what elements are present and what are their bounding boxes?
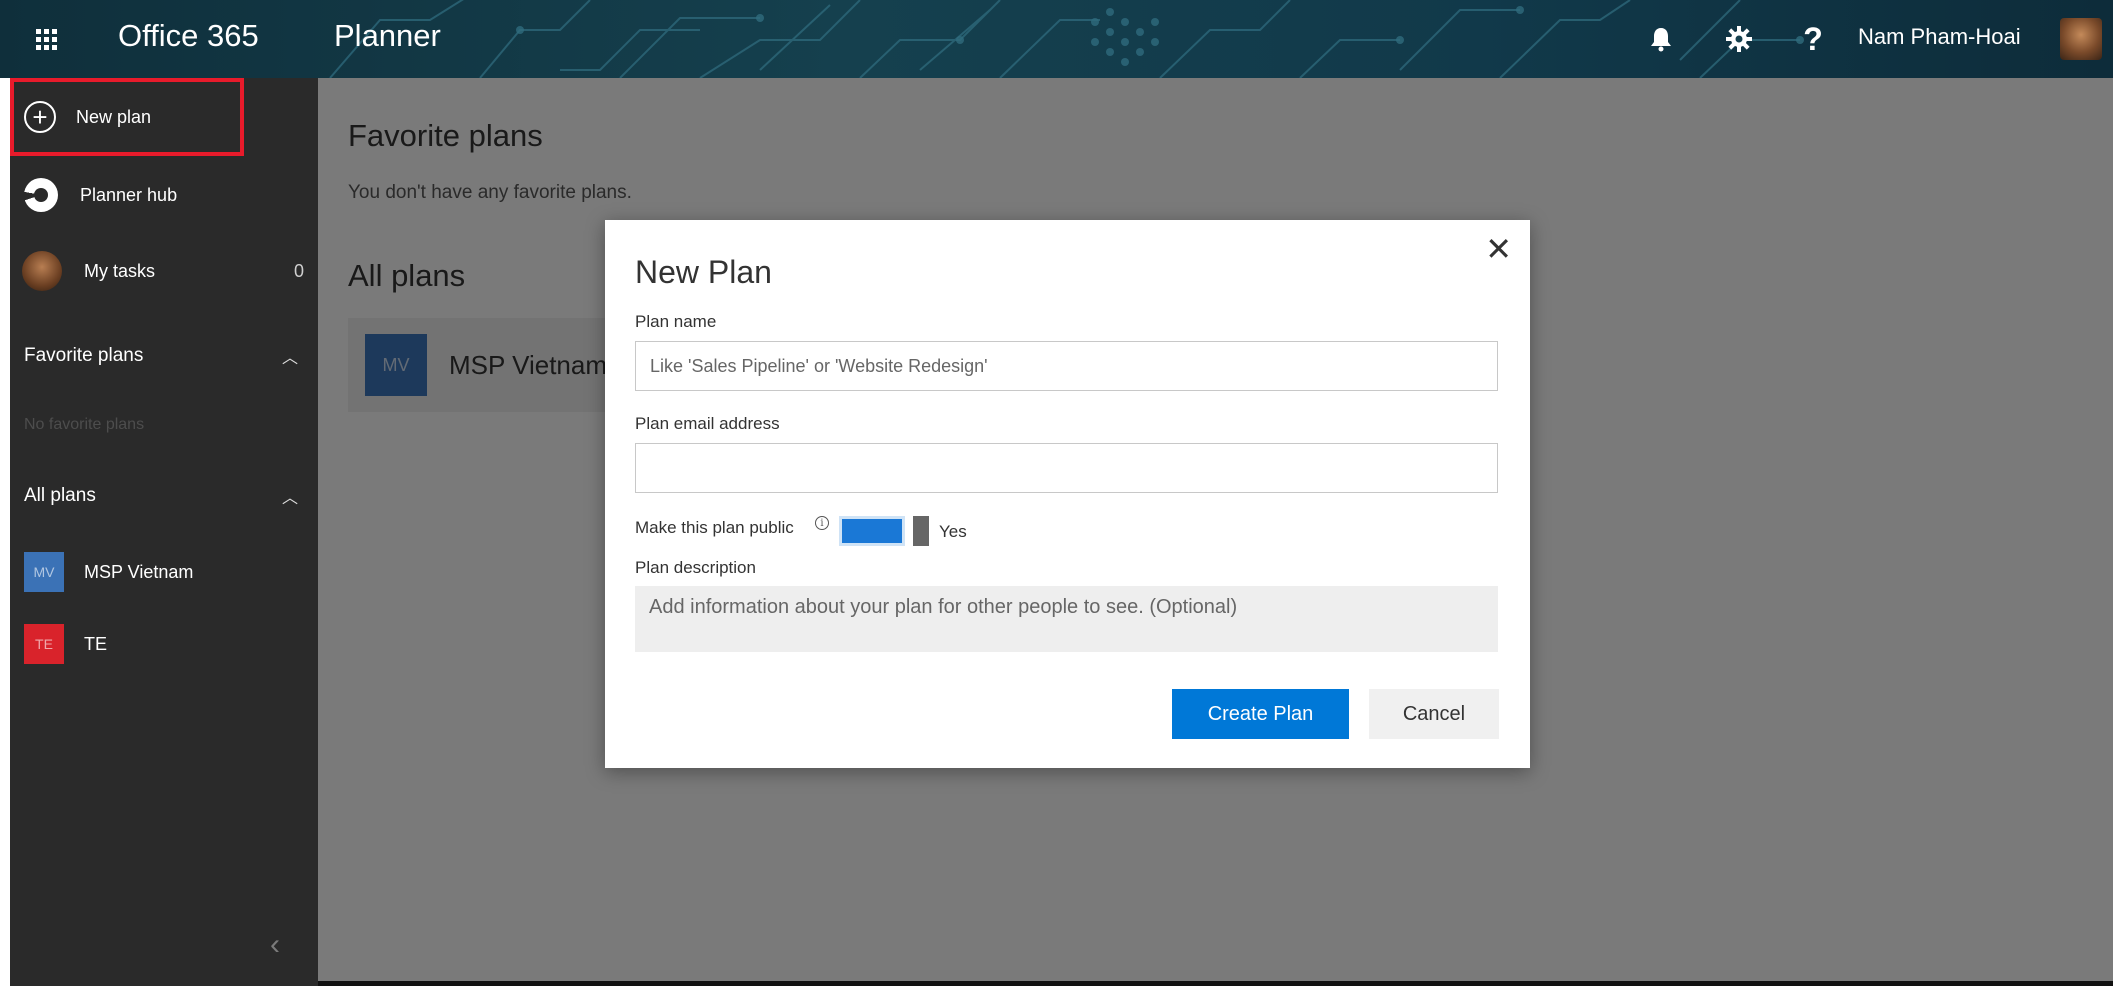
my-tasks-avatar [22, 251, 62, 291]
user-name[interactable]: Nam Pham-Hoai [1858, 24, 2021, 50]
collapse-sidebar-icon[interactable]: ‹ [270, 928, 280, 962]
user-avatar[interactable] [2060, 18, 2102, 60]
my-tasks-count: 0 [293, 260, 304, 281]
favorite-plans-section-header[interactable]: Favorite plans ︿ [10, 326, 318, 386]
planner-hub-icon [24, 178, 58, 212]
app-launcher-icon[interactable] [10, 8, 82, 70]
public-label: Make this plan public [635, 518, 794, 537]
public-toggle-value: Yes [939, 522, 967, 541]
info-icon[interactable]: i [815, 516, 829, 530]
no-favorite-plans-text: No favorite plans [24, 416, 145, 433]
plan-badge: TE [24, 624, 64, 664]
new-plan-label: New plan [76, 106, 152, 127]
plan-name-label: Plan name [635, 312, 717, 331]
window-edge [0, 78, 10, 986]
plus-circle-icon: + [24, 101, 56, 133]
bell-icon[interactable] [1636, 14, 1686, 64]
all-plans-heading: All plans [24, 485, 96, 506]
plan-name-input[interactable] [635, 341, 1498, 391]
chevron-up-icon[interactable]: ︿ [282, 344, 298, 368]
window-bottom-edge [318, 981, 2113, 986]
top-bar: Office 365 Planner ? Nam Pham-Hoai [0, 0, 2113, 78]
email-label: Plan email address [635, 414, 780, 433]
plan-description-input[interactable] [635, 586, 1498, 652]
sidebar-item-te[interactable]: TE TE [10, 612, 318, 676]
sidebar-item-planner-hub[interactable]: Planner hub [10, 160, 318, 230]
app-name[interactable]: Planner [334, 18, 441, 54]
plan-badge: MV [24, 552, 64, 592]
new-plan-button[interactable]: + New plan [10, 78, 244, 156]
suite-name[interactable]: Office 365 [118, 18, 259, 54]
sidebar-item-my-tasks[interactable]: My tasks 0 [10, 236, 318, 306]
favorite-plans-heading: Favorite plans [24, 345, 144, 366]
sidebar-item-msp-vietnam[interactable]: MV MSP Vietnam [10, 540, 318, 604]
all-plans-section-header[interactable]: All plans ︿ [10, 466, 318, 526]
chevron-up-icon[interactable]: ︿ [282, 484, 298, 508]
cancel-button[interactable]: Cancel [1369, 689, 1499, 739]
dialog-title: New Plan [635, 254, 772, 290]
no-favorite-plans-row: No favorite plans [10, 400, 318, 450]
toggle-track [839, 516, 905, 546]
help-icon[interactable]: ? [1788, 14, 1838, 64]
my-tasks-label: My tasks [84, 260, 156, 281]
gear-icon[interactable] [1714, 14, 1764, 64]
planner-hub-label: Planner hub [80, 184, 178, 205]
description-label: Plan description [635, 558, 756, 577]
new-plan-dialog: ✕ New Plan Plan name Plan email address … [605, 220, 1530, 768]
plan-email-input[interactable] [635, 443, 1498, 493]
plan-name: MSP Vietnam [84, 561, 194, 582]
plan-name: TE [84, 633, 108, 654]
toggle-knob [913, 516, 929, 546]
create-plan-button[interactable]: Create Plan [1172, 689, 1349, 739]
public-toggle[interactable] [839, 516, 929, 546]
close-icon[interactable]: ✕ [1485, 230, 1512, 268]
